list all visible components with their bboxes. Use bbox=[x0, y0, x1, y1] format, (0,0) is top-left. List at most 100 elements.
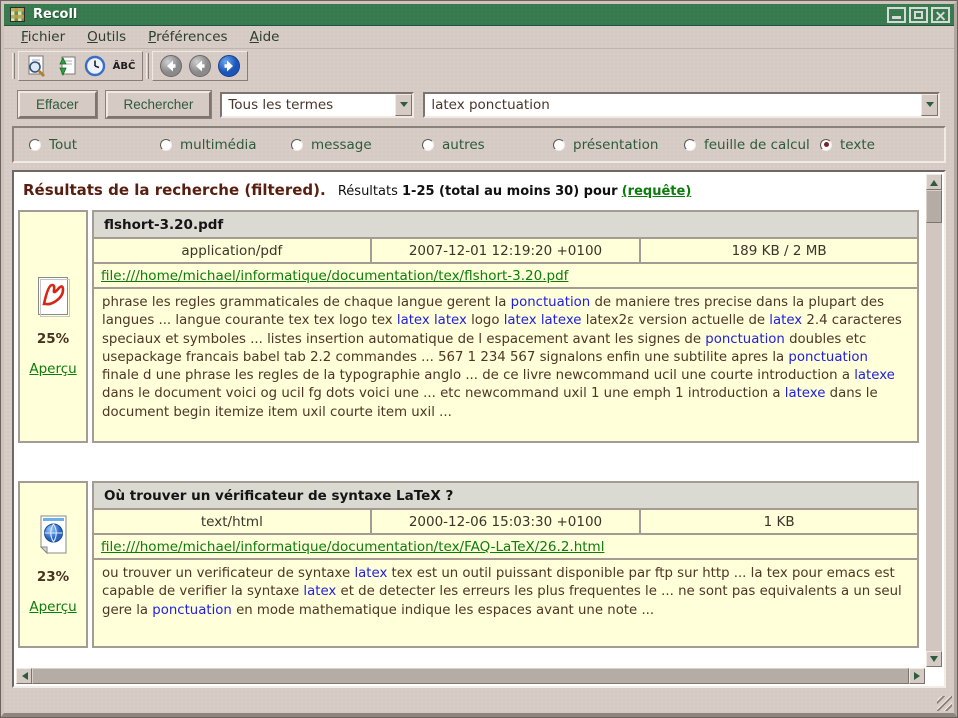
results-list: Résultats de la recherche (filtered). Ré… bbox=[16, 174, 925, 667]
recoll-window: Recoll Fichier Outils Préférences Aide bbox=[0, 0, 958, 718]
clock-icon bbox=[83, 54, 107, 78]
update-index-icon bbox=[54, 54, 78, 78]
pdf-file-icon bbox=[37, 276, 70, 317]
results-word: Résultats bbox=[338, 184, 398, 199]
radio-icon[interactable] bbox=[684, 139, 696, 151]
result-item: 23% Aperçu Où trouver un vérificateur de… bbox=[18, 481, 919, 648]
statusbar bbox=[4, 688, 954, 713]
radio-icon[interactable] bbox=[291, 139, 303, 151]
preview-link[interactable]: Aperçu bbox=[29, 599, 76, 615]
scroll-right-button[interactable] bbox=[909, 668, 925, 684]
nav-back-icon bbox=[159, 54, 183, 78]
result-snippet: ou trouver un verificateur de syntaxe la… bbox=[94, 560, 917, 646]
update-index-button[interactable] bbox=[53, 54, 79, 79]
result-meta-row: application/pdf 2007-12-01 12:19:20 +010… bbox=[94, 239, 917, 262]
filter-feuille-de-calcul[interactable]: feuille de calcul bbox=[684, 137, 820, 153]
result-url-link[interactable]: file:///home/michael/informatique/docume… bbox=[101, 539, 604, 555]
result-size: 1 KB bbox=[641, 510, 917, 533]
nav-forward-icon bbox=[217, 54, 241, 78]
radio-icon[interactable] bbox=[820, 139, 832, 151]
close-icon bbox=[933, 9, 948, 21]
horizontal-scroll-thumb[interactable] bbox=[32, 668, 909, 684]
search-mode-combobox[interactable]: Tous les termes bbox=[220, 92, 414, 118]
result-meta-row: text/html 2000-12-06 15:03:30 +0100 1 KB bbox=[94, 510, 917, 533]
horizontal-scrollbar[interactable] bbox=[16, 668, 925, 684]
result-item: 25% Aperçu flshort-3.20.pdf application/… bbox=[18, 210, 919, 443]
html-file-icon bbox=[37, 514, 70, 555]
search-document-icon bbox=[25, 54, 49, 78]
resize-grip[interactable] bbox=[937, 696, 952, 711]
scroll-down-button[interactable] bbox=[926, 651, 942, 667]
search-button[interactable]: Rechercher bbox=[106, 91, 212, 118]
nav-back-icon bbox=[188, 54, 212, 78]
nav-back-button[interactable] bbox=[187, 54, 213, 79]
result-side-panel: 25% Aperçu bbox=[18, 210, 88, 443]
result-url-link[interactable]: file:///home/michael/informatique/docume… bbox=[101, 268, 568, 284]
radio-icon[interactable] bbox=[422, 139, 434, 151]
nav-forward-button[interactable] bbox=[216, 54, 242, 79]
maximize-button[interactable] bbox=[909, 7, 928, 23]
filter-message[interactable]: message bbox=[291, 137, 422, 153]
term-explorer-icon: ÂBĈ bbox=[113, 61, 136, 72]
titlebar[interactable]: Recoll bbox=[4, 4, 954, 26]
result-date: 2000-12-06 15:03:30 +0100 bbox=[372, 510, 639, 533]
vertical-scrollbar[interactable] bbox=[926, 174, 942, 667]
vertical-scroll-thumb[interactable] bbox=[926, 190, 942, 223]
clear-button[interactable]: Effacer bbox=[18, 91, 97, 118]
results-title: Résultats de la recherche (filtered). bbox=[23, 181, 326, 199]
result-filename: flshort-3.20.pdf bbox=[94, 212, 917, 237]
close-button[interactable] bbox=[931, 7, 950, 23]
result-mimetype: application/pdf bbox=[94, 239, 370, 262]
query-dropdown-button[interactable] bbox=[921, 94, 938, 116]
search-controls: Effacer Rechercher Tous les termes bbox=[18, 91, 940, 118]
new-search-button[interactable] bbox=[24, 54, 50, 79]
toolbar-group-nav bbox=[152, 51, 248, 81]
toolbar: ÂBĈ bbox=[4, 49, 954, 83]
result-url-row: file:///home/michael/informatique/docume… bbox=[94, 264, 917, 287]
menu-fichier[interactable]: Fichier bbox=[10, 27, 76, 48]
minimize-button[interactable] bbox=[887, 7, 906, 23]
window-title: Recoll bbox=[33, 7, 884, 22]
history-button[interactable] bbox=[82, 54, 108, 79]
filter-texte[interactable]: texte bbox=[820, 137, 875, 153]
filter-tout[interactable]: Tout bbox=[29, 137, 160, 153]
toolbar-handle[interactable] bbox=[146, 53, 149, 79]
search-input[interactable] bbox=[425, 94, 921, 116]
result-mimetype: text/html bbox=[94, 510, 370, 533]
scroll-up-button[interactable] bbox=[926, 174, 942, 190]
maximize-icon bbox=[914, 11, 923, 19]
arrow-right-icon bbox=[914, 672, 924, 680]
menu-outils[interactable]: Outils bbox=[76, 27, 137, 48]
menu-aide[interactable]: Aide bbox=[239, 27, 291, 48]
result-filename: Où trouver un vérificateur de syntaxe La… bbox=[94, 483, 917, 508]
results-panel: Résultats de la recherche (filtered). Ré… bbox=[12, 170, 946, 688]
filter-autres[interactable]: autres bbox=[422, 137, 553, 153]
results-range: 1-25 (total au moins 30) pour bbox=[402, 184, 618, 199]
scroll-left-button[interactable] bbox=[16, 668, 32, 684]
toolbar-handle[interactable] bbox=[12, 53, 15, 79]
result-size: 189 KB / 2 MB bbox=[641, 239, 917, 262]
term-explorer-button[interactable]: ÂBĈ bbox=[111, 54, 137, 79]
preview-link[interactable]: Aperçu bbox=[29, 361, 76, 377]
relevance-percent: 23% bbox=[37, 569, 69, 585]
radio-icon[interactable] bbox=[29, 139, 41, 151]
result-details: Où trouver un vérificateur de syntaxe La… bbox=[92, 481, 919, 648]
toolbar-group-main: ÂBĈ bbox=[18, 51, 143, 81]
nav-first-button[interactable] bbox=[158, 54, 184, 79]
radio-icon[interactable] bbox=[160, 139, 172, 151]
relevance-percent: 25% bbox=[37, 331, 69, 347]
arrow-left-icon bbox=[18, 672, 28, 680]
filter-presentation[interactable]: présentation bbox=[553, 137, 684, 153]
result-date: 2007-12-01 12:19:20 +0100 bbox=[372, 239, 639, 262]
arrow-up-icon bbox=[930, 176, 938, 186]
search-query-combobox bbox=[423, 92, 940, 118]
arrow-down-icon bbox=[930, 656, 938, 666]
radio-icon[interactable] bbox=[553, 139, 565, 151]
search-mode-value: Tous les termes bbox=[222, 94, 395, 116]
menu-preferences[interactable]: Préférences bbox=[137, 27, 238, 48]
query-link[interactable]: (requête) bbox=[622, 184, 692, 199]
result-side-panel: 23% Aperçu bbox=[18, 481, 88, 648]
results-header: Résultats de la recherche (filtered). Ré… bbox=[18, 179, 925, 210]
filter-multimedia[interactable]: multimédia bbox=[160, 137, 291, 153]
combo-dropdown-button[interactable] bbox=[395, 94, 412, 116]
